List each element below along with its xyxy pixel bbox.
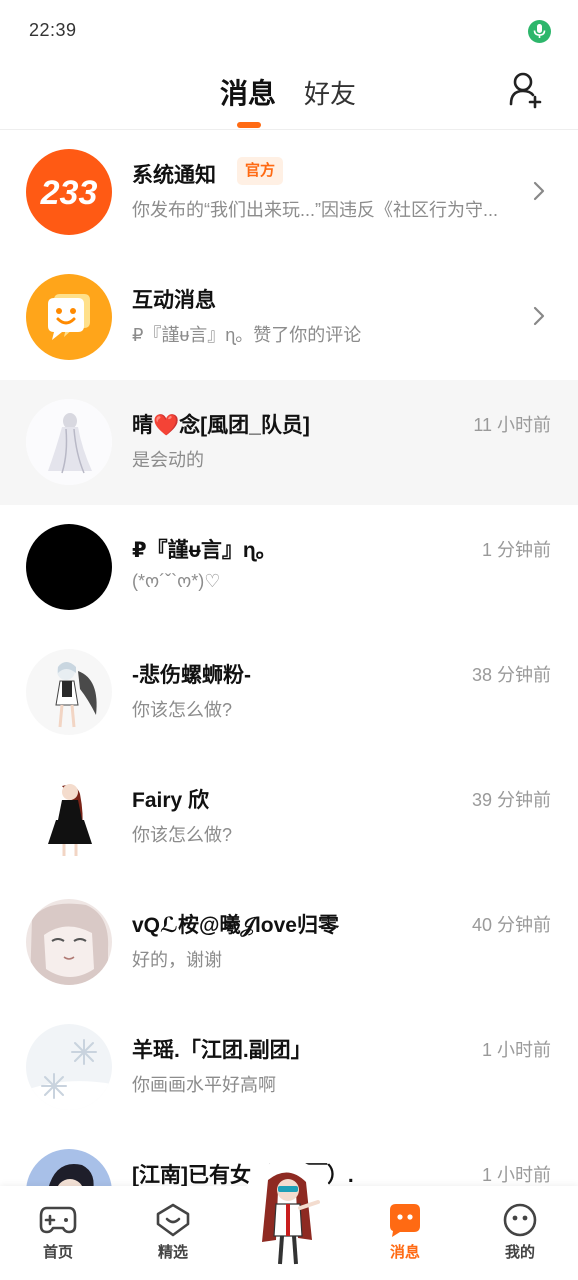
tab-label: 消息 bbox=[389, 1244, 420, 1261]
chevron-right-icon bbox=[532, 305, 546, 332]
conversation-interactions[interactable]: 互动消息 ₽『謹ᵾ言』ɳ。赞了你的评论 bbox=[0, 255, 578, 380]
official-badge: 官方 bbox=[237, 157, 284, 185]
tab-messages-bottom[interactable]: 消息 bbox=[360, 1186, 450, 1280]
conversation-time: 1 小时前 bbox=[481, 1040, 551, 1060]
heart-shield-icon bbox=[154, 1202, 192, 1238]
user-avatar bbox=[26, 399, 112, 485]
tab-home[interactable]: 首页 bbox=[13, 1186, 103, 1280]
conversation-time: 1 分钟前 bbox=[481, 540, 551, 560]
233-logo-icon: 233 bbox=[26, 149, 112, 235]
conversation-time: 1 小时前 bbox=[481, 1165, 551, 1185]
tab-label: 首页 bbox=[42, 1244, 73, 1261]
user-avatar bbox=[26, 524, 112, 610]
conversation-row[interactable]: 羊瑶.「江团.副团」 你画画水平好高啊 1 小时前 bbox=[0, 1005, 578, 1130]
conversation-row[interactable]: Fairy 欣 你该怎么做? 39 分钟前 bbox=[0, 755, 578, 880]
conversation-preview: (*ო´ˇ`ო*)♡ bbox=[132, 571, 221, 591]
conversation-title: 系统通知 bbox=[132, 164, 216, 187]
user-avatar bbox=[26, 774, 112, 860]
conversation-title: ₽『謹ᵾ言』ɳ。 bbox=[132, 539, 277, 562]
conversation-title: Fairy 欣 bbox=[132, 789, 210, 812]
conversation-preview: ₽『謹ᵾ言』ɳ。赞了你的评论 bbox=[132, 325, 362, 345]
tab-profile[interactable]: 我的 bbox=[475, 1186, 565, 1280]
conversation-title: 晴❤️念[風团_队员] bbox=[132, 414, 310, 437]
user-avatar bbox=[26, 649, 112, 735]
conversation-title: -悲伤螺蛳粉- bbox=[132, 664, 251, 687]
tab-label: 我的 bbox=[504, 1244, 535, 1261]
conversation-row[interactable]: vQℒ桉@曦𝒥love归零 好的，谢谢 40 分钟前 bbox=[0, 880, 578, 1005]
conversation-row[interactable]: -悲伤螺蛳粉- 你该怎么做? 38 分钟前 bbox=[0, 630, 578, 755]
tab-label: 精选 bbox=[157, 1244, 188, 1261]
svg-text:233: 233 bbox=[40, 174, 98, 212]
tab-messages[interactable]: 消息 bbox=[220, 72, 276, 112]
conversation-preview: 你该怎么做? bbox=[132, 700, 233, 720]
top-header: 消息 好友 bbox=[0, 62, 578, 130]
create-avatar-button[interactable] bbox=[242, 1160, 334, 1268]
status-time: 22:39 bbox=[29, 20, 77, 40]
user-avatar bbox=[26, 899, 112, 985]
conversation-preview: 好的，谢谢 bbox=[132, 950, 222, 970]
conversation-row[interactable]: 晴❤️念[風团_队员] 是会动的 11 小时前 bbox=[0, 380, 578, 505]
conversation-preview: 你发布的“我们出来玩...”因违反《社区行为守... bbox=[132, 200, 498, 220]
chat-bubble-icon bbox=[26, 274, 112, 360]
conversation-title: 羊瑶.「江团.副团」 bbox=[132, 1039, 312, 1062]
conversation-system-notice[interactable]: 233 系统通知 官方 你发布的“我们出来玩...”因违反《社区行为守... bbox=[0, 130, 578, 255]
conversation-preview: 你画画水平好高啊 bbox=[132, 1075, 276, 1095]
active-tab-indicator bbox=[237, 122, 261, 128]
conversation-title: vQℒ桉@曦𝒥love归零 bbox=[132, 914, 339, 937]
conversation-title: 互动消息 bbox=[132, 289, 216, 312]
tab-featured[interactable]: 精选 bbox=[128, 1186, 218, 1280]
conversation-row[interactable]: ₽『謹ᵾ言』ɳ。 (*ო´ˇ`ო*)♡ 1 分钟前 bbox=[0, 505, 578, 630]
conversation-time: 39 分钟前 bbox=[471, 790, 551, 810]
status-bar: 22:39 bbox=[0, 0, 578, 62]
conversation-list: 233 系统通知 官方 你发布的“我们出来玩...”因违反《社区行为守... 互… bbox=[0, 130, 578, 1255]
conversation-preview: 你该怎么做? bbox=[132, 825, 233, 845]
tab-friends[interactable]: 好友 bbox=[304, 74, 356, 111]
conversation-time: 40 分钟前 bbox=[471, 915, 551, 935]
add-friend-icon[interactable] bbox=[508, 70, 548, 110]
conversation-time: 11 小时前 bbox=[473, 415, 551, 435]
message-icon bbox=[386, 1202, 424, 1238]
smiley-icon bbox=[501, 1202, 539, 1238]
user-avatar bbox=[26, 1024, 112, 1110]
conversation-time: 38 分钟前 bbox=[471, 665, 551, 685]
chevron-right-icon bbox=[532, 180, 546, 207]
microphone-icon bbox=[528, 20, 551, 43]
conversation-preview: 是会动的 bbox=[132, 450, 204, 470]
gamepad-icon bbox=[39, 1202, 77, 1238]
